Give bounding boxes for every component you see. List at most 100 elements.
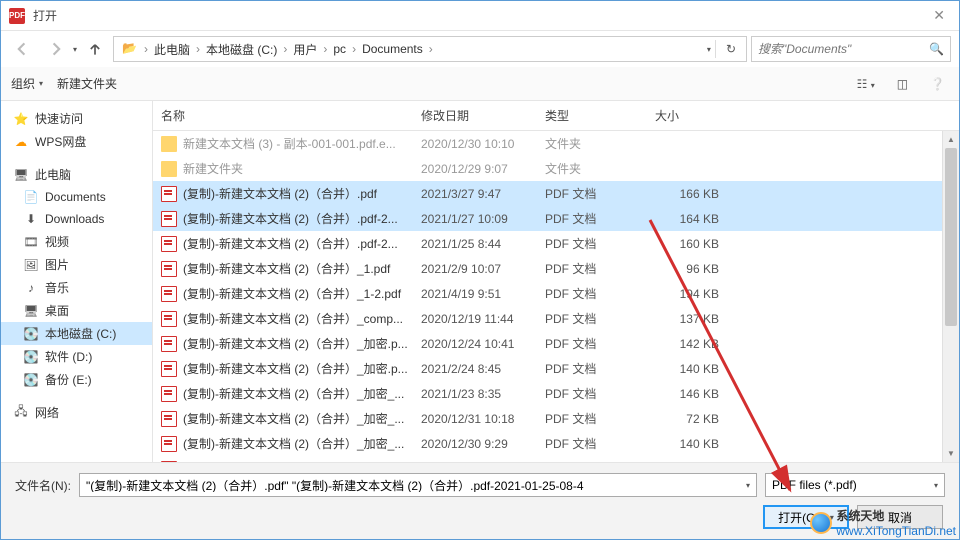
sidebar-item[interactable]: 📄Documents <box>1 186 152 208</box>
file-size: 140 KB <box>647 435 737 453</box>
filetype-filter[interactable]: PDF files (*.pdf) ▾ <box>765 473 945 497</box>
file-row[interactable]: (复制)-新建文本文档 (2)（合并）.pdf-2...2021/1/25 8:… <box>153 231 942 256</box>
file-row[interactable]: (复制)-新建文本文档 (2)（合并）.pdf2021/3/27 9:47PDF… <box>153 181 942 206</box>
file-row[interactable]: (复制)-新建文本文档 (2)（合并）_comp... 2020/12/19 11… <box>153 306 942 331</box>
file-name: (复制)-新建文本文档 (2)（合并）_加密_... <box>183 435 404 452</box>
file-row[interactable]: (复制)-新建文本文档 (2)（合并）_1.pdf2021/2/9 10:07P… <box>153 256 942 281</box>
bc-seg[interactable]: 本地磁盘 (C:) <box>202 41 281 58</box>
scroll-track[interactable] <box>943 148 959 445</box>
sidebar-icon: ⬇ <box>23 211 39 227</box>
back-button[interactable] <box>9 36 37 62</box>
sidebar-item[interactable]: 🖼图片 <box>1 253 152 276</box>
chevron-right-icon[interactable]: › <box>142 42 150 56</box>
file-row[interactable]: (复制)-新建文本文档 (2)（合并）_加密_...2021/1/23 8:35… <box>153 381 942 406</box>
refresh-icon[interactable]: ↻ <box>720 42 742 56</box>
bc-seg[interactable]: pc <box>329 42 350 56</box>
file-name: (复制)-新建文本文档 (2)（合并）.pdf-2... <box>183 235 398 252</box>
file-date: 2021/2/24 8:45 <box>413 360 537 378</box>
scroll-down-icon[interactable]: ▼ <box>943 445 959 462</box>
sidebar-item[interactable]: ♪音乐 <box>1 276 152 299</box>
preview-pane-icon[interactable]: ◫ <box>893 75 912 93</box>
chevron-right-icon[interactable]: › <box>427 42 435 56</box>
file-date: 2020/12/31 10:18 <box>413 410 537 428</box>
sidebar-icon: 💽 <box>23 372 39 388</box>
bc-seg[interactable]: 用户 <box>289 41 321 58</box>
scroll-thumb[interactable] <box>945 148 957 326</box>
col-name[interactable]: 名称 <box>153 101 413 130</box>
filename-input[interactable] <box>86 478 746 492</box>
bc-seg[interactable]: Documents <box>358 42 427 56</box>
sidebar-label: 本地磁盘 (C:) <box>45 325 116 342</box>
pdf-icon <box>161 461 177 463</box>
chevron-right-icon[interactable]: › <box>194 42 202 56</box>
file-name: (复制)-新建文本文档 (2)（合并）_1-2.pdf <box>183 285 401 302</box>
chevron-right-icon[interactable]: › <box>321 42 329 56</box>
col-size[interactable]: 大小 <box>647 101 737 130</box>
chevron-right-icon[interactable]: › <box>350 42 358 56</box>
sidebar-item[interactable]: ☁WPS网盘 <box>1 130 152 153</box>
file-type: 文件夹 <box>537 133 647 154</box>
file-row[interactable]: 新建文件夹2020/12/29 9:07文件夹 <box>153 156 942 181</box>
view-options-icon[interactable]: ☷ ▾ <box>853 75 879 93</box>
sidebar-item[interactable]: 💽软件 (D:) <box>1 345 152 368</box>
file-date: 2021/4/19 9:51 <box>413 285 537 303</box>
sidebar-item[interactable]: ⭐快速访问 <box>1 107 152 130</box>
organize-menu[interactable]: 组织 ▾ <box>11 75 43 92</box>
file-row[interactable]: (复制)-新建文本文档 (2)（合并）_加密.p...2020/12/24 10… <box>153 331 942 356</box>
file-type: PDF 文档 <box>537 333 647 354</box>
sidebar-item[interactable]: 🖥桌面 <box>1 299 152 322</box>
file-row[interactable]: (复制)-新建文本文档 (2)（合并）_加密.p...2021/2/24 8:4… <box>153 356 942 381</box>
file-row[interactable]: (复制)-新建文本文档 (2)（合并）_加密_... 2020/12/30 9:2… <box>153 431 942 456</box>
scrollbar[interactable]: ▲ ▼ <box>942 131 959 462</box>
sidebar-label: 图片 <box>45 256 69 273</box>
file-size <box>647 167 737 171</box>
bc-seg[interactable]: 此电脑 <box>150 41 194 58</box>
scroll-up-icon[interactable]: ▲ <box>943 131 959 148</box>
file-size: 140 KB <box>647 360 737 378</box>
breadcrumb[interactable]: 📂 › 此电脑› 本地磁盘 (C:)› 用户› pc› Documents› ▾… <box>113 36 747 62</box>
file-date: 2020/12/30 9:29 <box>413 435 537 453</box>
sidebar-item[interactable]: 🖥此电脑 <box>1 163 152 186</box>
sidebar-item[interactable]: 💽备份 (E:) <box>1 368 152 391</box>
app-icon: PDF <box>9 8 25 24</box>
sidebar-item[interactable]: ⬇Downloads <box>1 208 152 230</box>
col-type[interactable]: 类型 <box>537 101 647 130</box>
path-dropdown-icon[interactable]: ▾ <box>707 45 711 54</box>
history-dropdown-icon[interactable]: ▾ <box>73 45 77 54</box>
pdf-icon <box>161 361 177 377</box>
newfolder-button[interactable]: 新建文件夹 <box>57 75 117 92</box>
file-row[interactable]: 新建文本文档 (3) - 副本-001-001.pdf.e...2020/12/… <box>153 131 942 156</box>
file-date: 2020/12/19 11:44 <box>413 310 537 328</box>
filename-combo[interactable]: ▾ <box>79 473 757 497</box>
forward-button[interactable] <box>41 36 69 62</box>
help-icon[interactable]: ❔ <box>926 75 949 93</box>
folder-icon <box>161 161 177 177</box>
sidebar-item[interactable]: 🎞视频 <box>1 230 152 253</box>
sidebar-icon: ⭐ <box>13 111 29 127</box>
pdf-icon <box>161 411 177 427</box>
globe-icon <box>810 512 832 534</box>
chevron-right-icon[interactable]: › <box>281 42 289 56</box>
pdf-icon <box>161 236 177 252</box>
sidebar-item[interactable]: 🖧网络 <box>1 401 152 424</box>
file-row[interactable]: (复制)-新建文本文档 (2)（合并）.pdf-2...2021/1/27 10… <box>153 206 942 231</box>
pdf-icon <box>161 286 177 302</box>
file-row[interactable]: (复制)-新建文本文档 (2)（合并）_加密_...2020/12/31 10:… <box>153 406 942 431</box>
up-button[interactable] <box>81 36 109 62</box>
pdf-icon <box>161 211 177 227</box>
file-row[interactable]: (复制)-新建文本文档 (2)（合并）_1-2.pdf 2021/4/19 9:5… <box>153 281 942 306</box>
chevron-down-icon[interactable]: ▾ <box>746 481 750 490</box>
close-icon[interactable]: ✕ <box>927 7 951 24</box>
file-size: 96 KB <box>647 260 737 278</box>
file-name: (复制)-新建文本文档 (2)（合并）_加密_... <box>183 385 404 402</box>
file-rows: 新建文本文档 (3) - 副本-001-001.pdf.e...2020/12/… <box>153 131 942 462</box>
file-name: (复制)-新建文本文档 (2)（合并）_comp... <box>183 310 403 327</box>
search-input[interactable] <box>758 42 929 56</box>
search-box[interactable]: 🔍 <box>751 36 951 62</box>
search-icon[interactable]: 🔍 <box>929 42 944 56</box>
open-dialog: PDF 打开 ✕ ▾ 📂 › 此电脑› 本地磁盘 (C:)› 用户› pc› D… <box>0 0 960 540</box>
file-size: 194 KB <box>647 285 737 303</box>
col-date[interactable]: 修改日期 <box>413 101 537 130</box>
sidebar-icon: ☁ <box>13 134 29 150</box>
sidebar-item[interactable]: 💽本地磁盘 (C:) <box>1 322 152 345</box>
